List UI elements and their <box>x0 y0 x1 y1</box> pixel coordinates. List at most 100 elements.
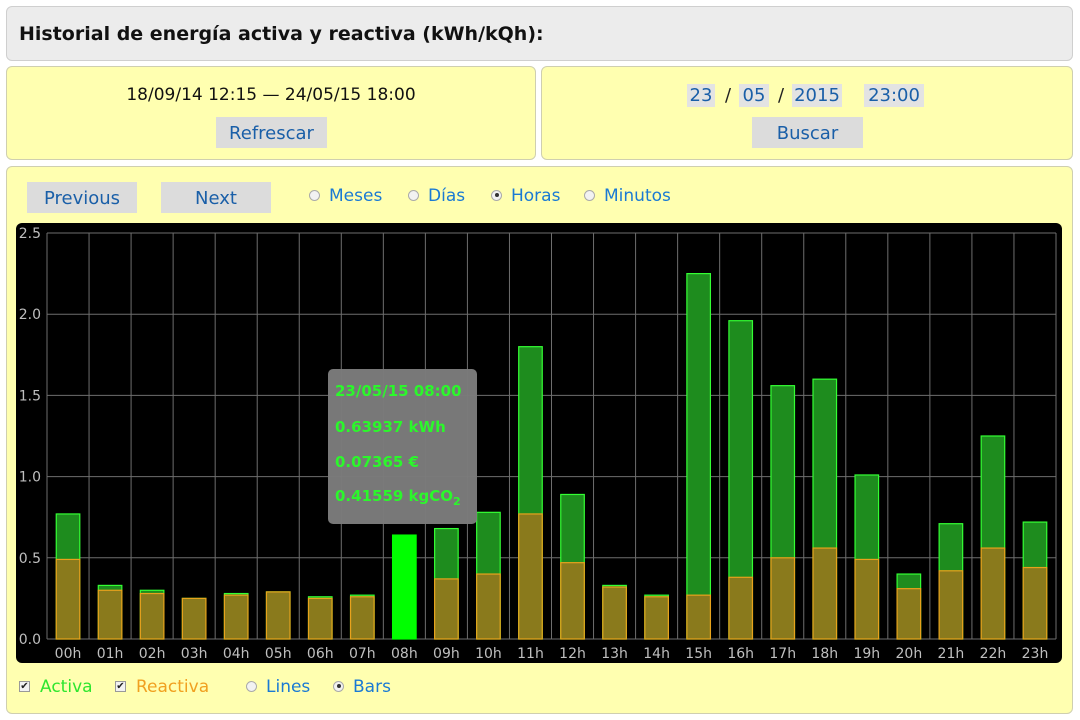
bar-reactiva <box>476 573 501 640</box>
bar-activa <box>391 534 417 640</box>
x-tick-label: 18h <box>811 646 838 662</box>
date-separator: / <box>778 85 785 106</box>
bar-reactiva <box>896 588 922 640</box>
x-tick-label: 10h <box>475 646 502 662</box>
legend-activa-label: Activa <box>40 677 93 697</box>
radio-label: Días <box>428 186 466 206</box>
bar-reactiva <box>265 591 291 640</box>
bar-reactiva <box>97 589 123 640</box>
bar-reactiva <box>55 558 81 640</box>
bar-reactiva <box>644 596 669 640</box>
x-tick-label: 01h <box>97 646 124 662</box>
x-tick-label: 04h <box>223 646 250 662</box>
x-tick-label: 07h <box>349 646 376 662</box>
y-tick-label: 1.5 <box>19 388 41 404</box>
radio-minutos[interactable]: Minutos <box>584 185 671 207</box>
bar-reactiva <box>980 547 1006 640</box>
tooltip-energy: 0.63937 kWh <box>335 418 446 436</box>
x-tick-label: 20h <box>896 646 923 662</box>
x-tick-label: 19h <box>853 646 880 662</box>
x-tick-label: 22h <box>980 646 1007 662</box>
bar-reactiva <box>223 594 249 640</box>
chart-panel: Previous Next Meses Días Horas Minutos 0… <box>6 166 1073 714</box>
chart-tooltip: 23/05/15 08:00 0.63937 kWh 0.07365 € 0.4… <box>328 369 477 524</box>
tooltip-co2-subscript: 2 <box>453 495 461 508</box>
x-tick-label: 16h <box>727 646 754 662</box>
page-title: Historial de energía activa y reactiva (… <box>19 23 544 45</box>
radio-label: Horas <box>511 186 561 206</box>
bar-activa <box>686 272 712 640</box>
tooltip-datetime: 23/05/15 08:00 <box>335 382 462 400</box>
title-panel: Historial de energía activa y reactiva (… <box>6 6 1073 61</box>
radio-label: Lines <box>266 677 311 697</box>
chart-svg: 0.0 0.5 1.0 1.5 2.0 2.5 00h 01h 02h 03h 04h 05h 06h 0… <box>19 226 1057 662</box>
energy-chart[interactable]: 0.0 0.5 1.0 1.5 2.0 2.5 00h 01h 02h 03h 04h 05h 06h 0… <box>16 223 1062 663</box>
radio-meses[interactable]: Meses <box>309 185 382 207</box>
x-tick-label: 15h <box>685 646 712 662</box>
x-tick-label: 08h <box>391 646 418 662</box>
next-button[interactable]: Next <box>161 182 271 213</box>
radio-selected-icon <box>491 189 502 201</box>
tooltip-cost: 0.07365 € <box>335 453 419 471</box>
radio-dias[interactable]: Días <box>408 185 465 207</box>
checkbox-checked-icon: ✔ <box>115 680 126 692</box>
previous-button[interactable]: Previous <box>27 182 137 213</box>
radio-label: Minutos <box>604 186 671 206</box>
bar-reactiva <box>938 570 964 640</box>
x-tick-label: 17h <box>769 646 796 662</box>
x-tick-label: 14h <box>643 646 670 662</box>
bar-reactiva <box>307 597 333 640</box>
legend-reactiva-label: Reactiva <box>136 677 210 697</box>
month-field[interactable]: 05 <box>739 84 769 107</box>
radio-selected-icon <box>333 680 344 692</box>
date-separator: / <box>725 85 732 106</box>
search-panel: 23 / 05 / 2015 23:00 Buscar <box>541 66 1073 160</box>
bar-reactiva <box>181 597 207 640</box>
bar-reactiva <box>770 557 796 640</box>
x-tick-label: 23h <box>1022 646 1049 662</box>
y-tick-label: 1.0 <box>19 470 41 486</box>
x-tick-label: 00h <box>55 646 82 662</box>
bar-reactiva <box>518 513 543 640</box>
x-tick-label: 06h <box>307 646 334 662</box>
time-field[interactable]: 23:00 <box>864 84 924 107</box>
x-tick-label: 21h <box>938 646 965 662</box>
legend-reactiva[interactable]: ✔ Reactiva <box>115 676 209 698</box>
range-panel: 18/09/14 12:15 — 24/05/15 18:00 Refresca… <box>6 66 536 160</box>
year-field[interactable]: 2015 <box>792 84 842 107</box>
y-tick-label: 2.5 <box>19 226 41 242</box>
bar-reactiva <box>854 558 880 640</box>
bar-reactiva <box>560 562 585 640</box>
bar-reactiva <box>349 596 375 640</box>
bar-reactiva <box>1022 566 1048 640</box>
x-tick-label: 11h <box>517 646 544 662</box>
x-tick-label: 09h <box>433 646 460 662</box>
x-tick-label: 05h <box>265 646 292 662</box>
refresh-button[interactable]: Refrescar <box>216 117 327 148</box>
y-tick-label: 0.5 <box>19 551 41 567</box>
day-field[interactable]: 23 <box>687 84 715 107</box>
bar-reactiva <box>139 592 165 640</box>
x-tick-label: 12h <box>559 646 586 662</box>
x-tick-label: 03h <box>181 646 208 662</box>
y-tick-label: 0.0 <box>19 632 41 648</box>
radio-bars[interactable]: Bars <box>333 676 391 698</box>
radio-lines[interactable]: Lines <box>246 676 310 698</box>
date-range-text: 18/09/14 12:15 — 24/05/15 18:00 <box>126 85 416 105</box>
bar-reactiva <box>602 586 627 640</box>
checkbox-checked-icon: ✔ <box>19 680 30 692</box>
radio-horas[interactable]: Horas <box>491 185 560 207</box>
bar-reactiva <box>728 576 754 640</box>
bar-reactiva <box>434 578 459 640</box>
search-button[interactable]: Buscar <box>752 117 863 148</box>
radio-icon <box>309 189 320 201</box>
bar-reactiva <box>686 594 712 640</box>
tooltip-co2-value: 0.41559 kgCO <box>335 487 454 505</box>
radio-label: Bars <box>353 677 391 697</box>
radio-icon <box>408 189 419 201</box>
radio-icon <box>584 189 595 201</box>
y-tick-label: 2.0 <box>19 307 41 323</box>
x-tick-label: 02h <box>139 646 166 662</box>
tooltip-co2: 0.41559 kgCO2 <box>335 487 461 508</box>
legend-activa[interactable]: ✔ Activa <box>19 676 93 698</box>
